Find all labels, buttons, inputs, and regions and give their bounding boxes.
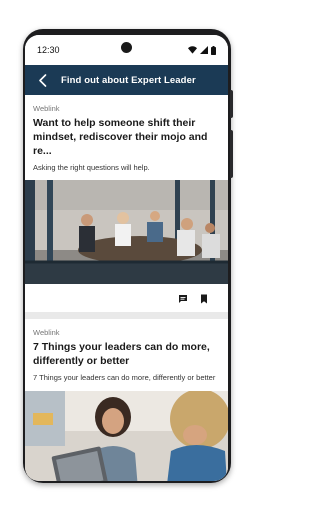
signal-icon [200,46,208,54]
content-card[interactable]: Weblink Want to help someone shift their… [25,95,228,312]
card-actions [33,284,220,312]
app-bar: Find out about Expert Leader [25,65,228,95]
comment-icon[interactable] [178,294,188,304]
back-button[interactable] [35,73,49,87]
app-bar-title: Find out about Expert Leader [61,74,196,86]
card-image[interactable] [25,391,228,481]
office-photo [25,391,228,481]
card-type-label: Weblink [33,327,60,337]
card-type-label: Weblink [33,104,60,113]
content-card[interactable]: Weblink 7 Things your leaders can do mor… [25,319,228,481]
power-button [230,90,233,118]
camera-icon [121,42,132,53]
status-bar: 12:30 [25,35,228,65]
arrow-left-icon [38,73,46,87]
card-description: Asking the right questions will help. [33,163,150,172]
meeting-photo [25,179,228,284]
card-image[interactable] [25,179,228,284]
status-time: 12:30 [37,45,60,55]
status-icons [188,45,216,55]
wifi-icon [188,46,197,54]
card-title: 7 Things your leaders can do more, diffe… [33,340,210,367]
volume-button [230,130,233,178]
bookmark-icon[interactable] [200,294,208,304]
card-description: 7 Things your leaders can do more, diffe… [33,372,216,382]
card-divider [25,311,228,319]
card-title: Want to help someone shift their mindset… [33,117,208,157]
screen: 12:30 Find out about Expert Leader Webli… [25,35,228,481]
battery-icon [211,45,216,55]
